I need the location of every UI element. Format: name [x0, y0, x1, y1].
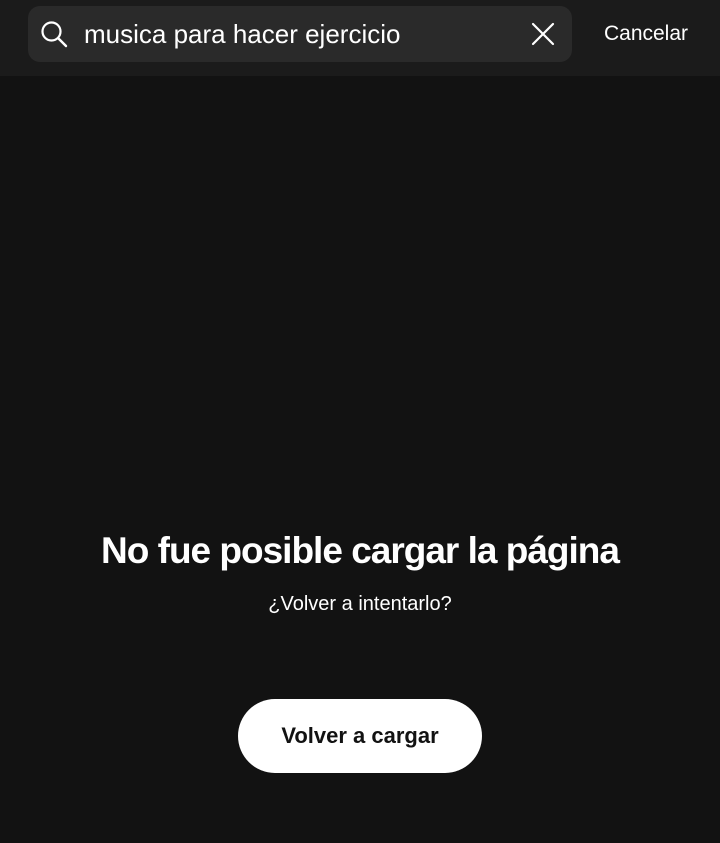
search-header: Cancelar: [0, 0, 720, 76]
error-title: No fue posible cargar la página: [101, 530, 620, 571]
search-icon: [40, 20, 68, 48]
reload-button[interactable]: Volver a cargar: [238, 699, 482, 773]
cancel-button[interactable]: Cancelar: [592, 16, 700, 52]
search-input[interactable]: [84, 14, 514, 54]
close-icon[interactable]: [530, 21, 556, 47]
search-bar[interactable]: [28, 6, 572, 62]
error-subtitle: ¿Volver a intentarlo?: [268, 593, 452, 615]
